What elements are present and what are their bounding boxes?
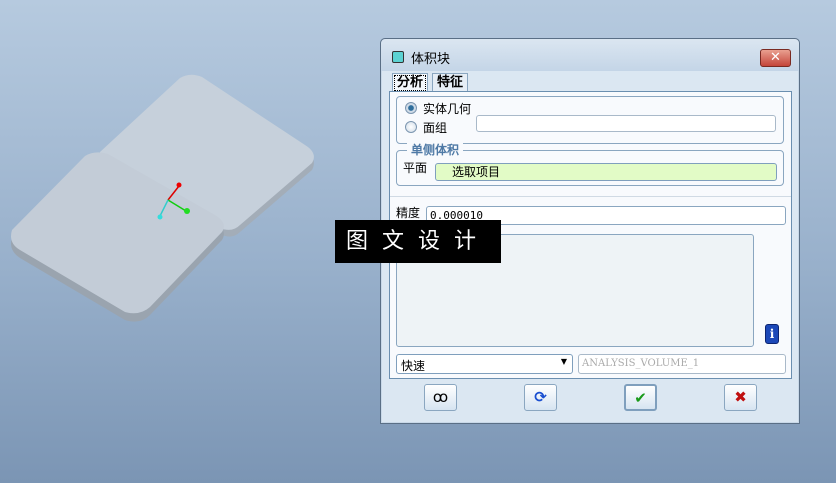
tab-analysis[interactable]: 分析 (392, 73, 429, 93)
one-side-volume-title: 单侧体积 (407, 141, 464, 158)
mode-dropdown[interactable]: 快速 ▼ (396, 354, 573, 374)
solid-geometry-label: 实体几何 (423, 102, 472, 116)
radio-quilt[interactable] (405, 121, 417, 133)
info-icon[interactable]: i (765, 324, 779, 344)
one-side-volume-group: 单侧体积 平面 选取项目 (396, 141, 784, 186)
cancel-button[interactable]: ✖ (724, 384, 757, 411)
mode-selected: 快速 (401, 359, 426, 373)
quilt-label: 面组 (423, 121, 448, 135)
title-bar[interactable]: 体积块 ✕ (381, 39, 799, 71)
precision-label: 精度 (396, 206, 421, 220)
watermark: 图文设计 (335, 220, 501, 263)
chevron-down-icon: ▼ (560, 357, 567, 366)
cube-icon (392, 51, 404, 63)
3d-model-viewport[interactable] (0, 0, 380, 483)
plane-selector[interactable]: 选取项目 (435, 163, 777, 181)
quilt-input[interactable] (476, 115, 776, 132)
dialog-title: 体积块 (411, 52, 451, 67)
plane-label: 平面 (403, 161, 428, 175)
repeat-button[interactable]: ⟳ (524, 384, 557, 411)
radio-solid-geometry[interactable] (405, 102, 417, 114)
close-button[interactable]: ✕ (760, 49, 791, 67)
tab-feature[interactable]: 特征 (432, 73, 469, 92)
geometry-group: 实体几何 面组 (396, 96, 784, 144)
preview-button[interactable]: ꝏ (424, 384, 457, 411)
separator (390, 196, 791, 197)
analysis-name-input[interactable]: ANALYSIS_VOLUME_1 (578, 354, 786, 374)
ok-button[interactable]: ✔ (624, 384, 657, 411)
